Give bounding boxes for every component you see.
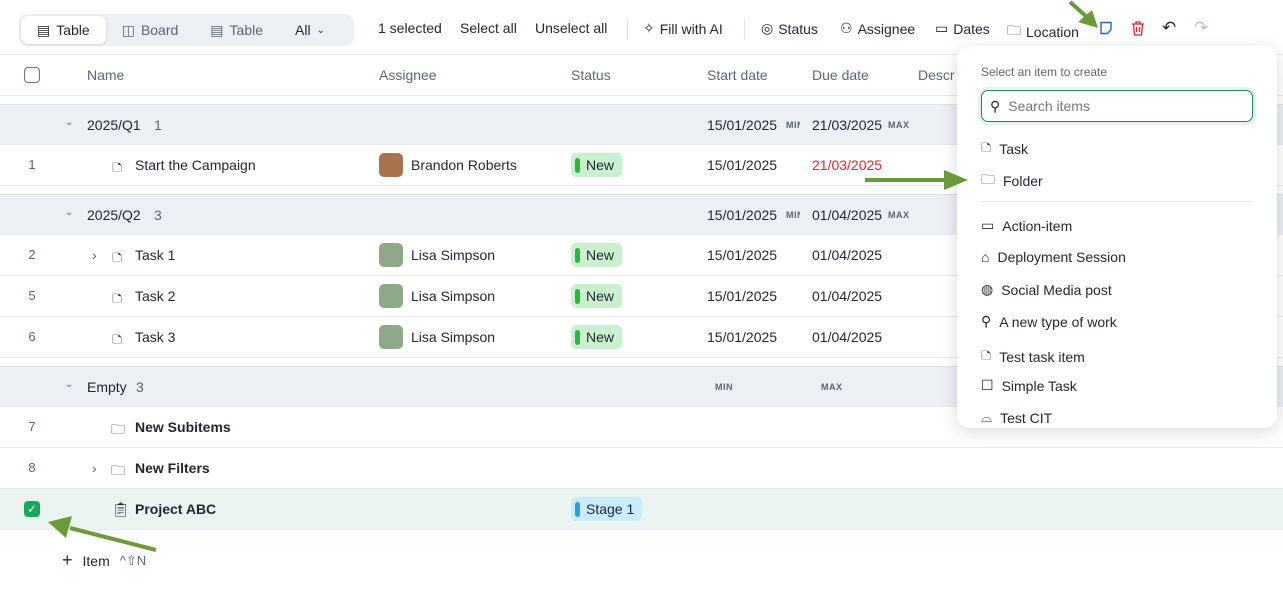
arrow-annotation	[69, 526, 157, 552]
annotation-arrows	[48, 0, 1098, 552]
arrow-head	[944, 170, 968, 190]
arrow-head	[48, 516, 72, 538]
arrow-annotation	[1068, 0, 1090, 20]
